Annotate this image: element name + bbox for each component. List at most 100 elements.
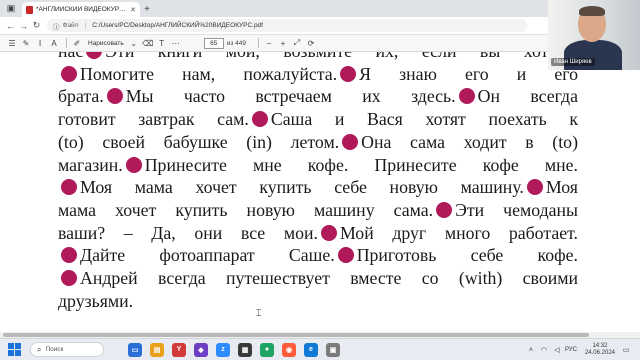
bullet-dot-icon — [86, 52, 103, 59]
chevron-up-icon[interactable]: ˄ — [526, 345, 536, 355]
text-select-icon[interactable]: Ⅰ — [34, 37, 46, 49]
pinned-apps: ▭ ▤ Y ◆ z ▦ ● ◉ e ▣ — [124, 342, 344, 357]
yandex-browser-icon[interactable]: Y — [172, 342, 186, 357]
notifications-icon[interactable]: ▭ — [621, 345, 631, 355]
tab-pdf-document[interactable]: *АНГЛИЙСКИЙ ВИДЕОКУРС.pdf ✕ — [22, 2, 140, 17]
volume-icon[interactable]: ◁ — [552, 345, 562, 355]
text-line: магазин. Принесите мне кофе. Принесите ко… — [58, 154, 578, 177]
highlight-icon[interactable]: ✎ — [20, 37, 32, 49]
back-arrow-icon[interactable]: ← — [4, 19, 17, 33]
bullet-dot-icon — [436, 201, 453, 218]
webcam-overlay: Иван Ширяев — [548, 0, 640, 70]
draw-label[interactable]: Нарисовать — [88, 40, 124, 47]
app-icon[interactable]: ◆ — [194, 342, 208, 357]
url-text: C:/Users/PC/Desktop/АНГЛИЙСКИЙ%20ВИДЕОКУ… — [92, 22, 263, 29]
app-icon[interactable]: ◉ — [282, 342, 296, 357]
sentence-text: Андрей всегда путешествует вместе со (wi… — [80, 268, 578, 289]
mouse-cursor-icon: ⌶ — [256, 308, 262, 318]
bullet-dot-icon — [342, 133, 359, 150]
search-placeholder: Поиск — [45, 346, 64, 353]
pdf-viewport[interactable]: нас Эти книги мои, возьмите их, если вы х… — [0, 52, 640, 332]
sentence-text: нас — [58, 52, 83, 61]
text-line: (to) своей бабушке (in) летом. Она сама х… — [58, 131, 578, 154]
url-scheme-label: Файл — [62, 22, 79, 29]
sentence-text: Эти книги мои, возьмите их, если вы хоти… — [105, 52, 578, 61]
bullet-dot-icon — [61, 247, 77, 264]
eraser-icon[interactable]: ⌫ — [142, 37, 154, 49]
clock[interactable]: 14:32 24.06.2024 — [585, 343, 615, 357]
zoom-in-icon[interactable]: + — [277, 37, 289, 49]
bullet-dot-icon — [320, 224, 337, 241]
zoom-icon[interactable]: z — [216, 342, 230, 357]
scrollbar-thumb[interactable] — [3, 333, 589, 337]
bullet-dot-icon — [106, 88, 123, 105]
text-line: нас Эти книги мои, возьмите их, если вы х… — [58, 52, 578, 63]
search-icon: ⌕ — [37, 344, 42, 354]
sentence-text: Мы часто встречаем их здесь. — [125, 86, 456, 107]
close-tab-icon[interactable]: ✕ — [130, 6, 136, 14]
reload-icon[interactable]: ↻ — [30, 19, 43, 33]
text-line: брата. Мы часто встречаем их здесь. Он все… — [58, 85, 578, 108]
read-aloud-icon[interactable]: A — [48, 37, 60, 49]
bullet-dot-icon — [526, 179, 543, 196]
sentence-text: Принесите мне кофе. Принесите кофе мне. — [144, 154, 578, 175]
app-icon[interactable]: ▣ — [326, 342, 340, 357]
sentence-text: Дайте фотоаппарат Саше. — [80, 245, 335, 266]
sentence-text: Она сама ходит в (to) — [361, 131, 578, 152]
text-line: Дайте фотоаппарат Саше. Приготовь себе ко… — [58, 244, 578, 267]
pdf-toolbar: ☰ ✎ Ⅰ A ✐ Нарисовать ⌄ ⌫ T ⋯ 65 из 449 −… — [0, 35, 640, 52]
clock-date: 24.06.2024 — [584, 350, 615, 356]
new-tab-button[interactable]: + — [140, 2, 154, 17]
draw-icon[interactable]: ✐ — [71, 37, 83, 49]
sentence-text: Он всегда — [477, 86, 578, 107]
bullet-dot-icon — [61, 270, 77, 287]
taskbar-search[interactable]: ⌕ Поиск — [30, 342, 104, 357]
url-field[interactable]: ⓘ Файл | C:/Users/PC/Desktop/АНГЛИЙСКИЙ%… — [47, 19, 527, 32]
file-explorer-icon[interactable]: ▤ — [150, 342, 164, 357]
text-line: Андрей всегда путешествует вместе со (wi… — [58, 267, 578, 290]
page-number-input[interactable]: 65 — [203, 37, 224, 49]
screen: ▣ *АНГЛИЙСКИЙ ВИДЕОКУРС.pdf ✕ + ← → ↻ ⓘ … — [0, 0, 640, 360]
more-icon[interactable]: ⋯ — [170, 37, 182, 49]
windows-start-icon[interactable] — [6, 342, 22, 358]
zoom-out-icon[interactable]: − — [263, 37, 275, 49]
wifi-icon[interactable]: ◠ — [539, 345, 549, 355]
bullet-dot-icon — [61, 65, 77, 82]
presenter-hair — [579, 6, 605, 16]
info-icon[interactable]: ⓘ — [53, 21, 60, 31]
tab-actions-icon[interactable]: ▣ — [0, 0, 22, 17]
text-line: Помогите нам, пожалуйста. Я знаю его и ег… — [58, 63, 578, 86]
bullet-dot-icon — [458, 88, 475, 105]
windows-taskbar: ⌕ Поиск ▭ ▤ Y ◆ z ▦ ● ◉ e ▣ ˄ ◠ ◁ РУС 14… — [0, 338, 640, 360]
sentence-text: ваши? – Да, они все мои. — [58, 222, 318, 243]
language-indicator[interactable]: РУС — [565, 347, 577, 353]
sentence-text: Моя мама хочет купить себе новую машину. — [80, 177, 524, 198]
pdf-file-icon — [26, 5, 33, 14]
sentence-text: друзьями. — [58, 290, 134, 311]
fit-page-icon[interactable]: ⤢ — [291, 37, 303, 49]
url-separator: | — [84, 22, 87, 29]
system-tray: ˄ ◠ ◁ РУС 14:32 24.06.2024 ▭ — [526, 339, 634, 360]
chevron-down-icon[interactable]: ⌄ — [128, 37, 140, 49]
sentence-text: (to) своей бабушке (in) летом. — [58, 131, 340, 152]
sentence-text: Приготовь себе кофе. — [356, 245, 578, 266]
text-line: готовит завтрак сам. Саша и Вася хотят по… — [58, 108, 578, 131]
bullet-dot-icon — [125, 156, 142, 173]
contents-icon[interactable]: ☰ — [6, 37, 18, 49]
sentence-text: Мой друг много работает. — [339, 222, 578, 243]
browser-tab-strip: ▣ *АНГЛИЙСКИЙ ВИДЕОКУРС.pdf ✕ + — [0, 0, 640, 17]
sentence-text: брата. — [58, 86, 104, 107]
tab-title: *АНГЛИЙСКИЙ ВИДЕОКУРС.pdf — [36, 6, 129, 13]
clock-time: 14:32 — [592, 343, 608, 349]
sentence-text: Эти чемоданы — [455, 199, 578, 220]
app-icon[interactable]: ● — [260, 342, 274, 357]
sentence-text: Помогите нам, пожалуйста. — [80, 63, 338, 84]
app-icon[interactable]: ▦ — [238, 342, 252, 357]
text-line: ваши? – Да, они все мои. Мой друг много р… — [58, 222, 578, 245]
rotate-icon[interactable]: ⟳ — [305, 37, 317, 49]
sentence-text: Моя — [545, 177, 578, 198]
task-view-icon[interactable]: ▭ — [128, 342, 142, 357]
edge-browser-icon[interactable]: e — [304, 342, 318, 357]
forward-arrow-icon[interactable]: → — [17, 19, 30, 33]
text-icon[interactable]: T — [156, 37, 168, 49]
